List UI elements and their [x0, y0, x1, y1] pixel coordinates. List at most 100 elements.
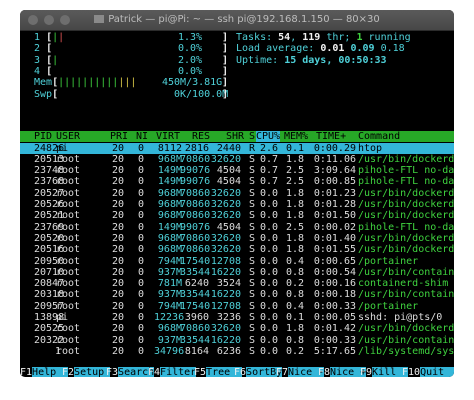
column-header-shr[interactable]: SHR	[226, 131, 244, 142]
process-cell-state: S	[249, 323, 256, 335]
process-row[interactable]: 20950 root 20 0 794M 17540 12708 S 0.0 0.4 0:00.65…	[20, 256, 454, 267]
column-header-time[interactable]: TIME+	[316, 131, 346, 142]
process-cell-virt: 968M	[157, 244, 182, 256]
threads-count: 119	[302, 32, 321, 43]
process-row[interactable]: 24826 pi 20 0 8112 2816 2440 R 2.6 0.1 0:00.29 htop	[20, 142, 454, 154]
fkey-f1[interactable]: F1Help	[20, 367, 69, 377]
process-cell-user: root	[56, 278, 81, 290]
process-cell-res: 17540	[180, 255, 211, 267]
process-cell-pri: 20	[111, 345, 124, 357]
column-header-mem[interactable]: MEM%	[284, 131, 308, 142]
process-cell-cpu: 0.0	[259, 244, 278, 256]
process-cell-command: /usr/bin/containe	[358, 289, 454, 301]
cpu-meter-1: 1 [||	[34, 32, 65, 43]
process-row[interactable]: 20322 root 20 0 937M 33544 16220 S 0.0 0.8 0:00.33…	[20, 335, 454, 346]
process-cell-mem: 0.1	[285, 312, 304, 323]
process-cell-pri: 20	[111, 221, 124, 233]
fkey-f4[interactable]: F4Filter	[148, 367, 197, 377]
process-cell-user: root	[56, 323, 81, 335]
process-row[interactable]: 20525 root 20 0 968M 70860 32620 S 0.0 1.8 0:01.42…	[20, 323, 454, 334]
process-cell-user: root	[56, 334, 81, 346]
process-row[interactable]: 20516 root 20 0 968M 70860 32620 S 0.0 1.8 0:01.55…	[20, 244, 454, 255]
process-cell-state: S	[249, 165, 256, 177]
process-row[interactable]: 20318 root 20 0 937M 33544 16220 S 0.0 0.8 0:00.18…	[20, 289, 454, 300]
process-cell-mem: 0.4	[285, 255, 304, 267]
fkey-f7[interactable]: F7Nice -	[276, 367, 325, 377]
process-cell-state: R	[249, 142, 256, 154]
column-header-virt[interactable]: VIRT	[156, 131, 180, 142]
fkey-f9[interactable]: F9Kill	[360, 367, 409, 377]
column-header-cpu-sorted[interactable]: CPU%	[256, 131, 281, 143]
process-row[interactable]: 23768 root 20 0 149M 99076 4504 S 0.7 2.5 0:00.85 p…	[20, 176, 454, 187]
process-cell-res: 6240	[184, 278, 209, 290]
process-row[interactable]: 1 root 20 0 34796 8164 6236 S 0.0 0.2 5:17.65/lib/…	[20, 346, 454, 357]
fkey-label: Setup	[74, 367, 111, 377]
process-cell-virt: 937M	[157, 266, 182, 278]
process-cell-command: /portainer	[358, 300, 419, 312]
process-cell-cpu: 0.0	[259, 266, 278, 278]
fkey-key: F5	[194, 367, 207, 377]
process-cell-time: 0:00.18	[313, 289, 356, 301]
load-1min: 0.01	[320, 43, 345, 55]
process-cell-time: 0:01.42	[313, 323, 356, 335]
process-cell-time: 0:00.33	[313, 334, 356, 346]
column-header-command[interactable]: Command	[358, 131, 400, 142]
window-titlebar: Patrick — pi@Pi: ~ — ssh pi@192.168.1.15…	[20, 10, 454, 31]
process-row[interactable]: 13898 pi 20 0 12236 3960 3236 S 0.0 0.1 0:00.05 ssh…	[20, 312, 454, 323]
terminal-window: Patrick — pi@Pi: ~ — ssh pi@192.168.1.15…	[20, 10, 454, 377]
process-row[interactable]: 20527 root 20 0 968M 70860 32620 S 0.0 1.8 0:01.23…	[20, 188, 454, 199]
process-cell-command: /usr/bin/dockerd	[358, 199, 454, 210]
process-cell-res: 2816	[184, 142, 209, 154]
process-cell-ni: 0	[137, 165, 144, 177]
cpu-meter-3: 3 [|	[34, 54, 59, 66]
process-cell-cpu: 0.0	[259, 278, 278, 290]
fkey-f6[interactable]: F6SortBy	[234, 367, 283, 377]
process-cell-cpu: 0.0	[259, 187, 278, 199]
process-cell-ni: 0	[137, 199, 144, 210]
process-row[interactable]: 20957 root 20 0 794M 17540 12708 S 0.0 0.4 0:00.33…	[20, 301, 454, 312]
process-cell-user: root	[56, 232, 81, 244]
process-row[interactable]: 20521 root 20 0 968M 70860 32620 S 0.0 1.8 0:01.50…	[20, 210, 454, 221]
process-cell-mem: 0.8	[285, 334, 304, 346]
mem-meter-value: 450M/3.81G	[162, 77, 223, 89]
column-header-pri[interactable]: PRI	[110, 131, 128, 142]
fkey-f10[interactable]: F10Quit	[402, 367, 454, 377]
process-row[interactable]: 20526 root 20 0 968M 70860 32620 S 0.0 1.8 0:01.28…	[20, 199, 454, 210]
process-row[interactable]: 23769 root 20 0 149M 99076 4504 S 0.0 2.5 0:00.02 p…	[20, 222, 454, 233]
fkey-f2[interactable]: F2Setup	[62, 367, 111, 377]
fkey-label: Quit	[420, 367, 454, 377]
tasks-label: Tasks:	[236, 32, 273, 43]
process-row[interactable]: 20710 root 20 0 937M 33544 16220 S 0.0 0.8 0:00.54…	[20, 267, 454, 278]
process-cell-pri: 20	[111, 232, 124, 244]
process-row[interactable]: 23748 root 20 0 149M 99076 4504 S 0.7 2.5 3:09.64 p…	[20, 165, 454, 176]
column-header-ni[interactable]: NI	[136, 131, 148, 142]
fkey-key: F7	[276, 367, 289, 377]
load-5min: 0.09	[350, 43, 375, 55]
column-header-state[interactable]: S	[249, 131, 255, 142]
process-cell-pri: 20	[111, 300, 124, 312]
process-cell-res: 70860	[180, 210, 211, 222]
process-cell-time: 0:01.23	[313, 187, 356, 199]
column-header-res[interactable]: RES	[192, 131, 210, 142]
process-cell-res: 33544	[180, 266, 211, 278]
cpu-meter-percent: 0.0%	[178, 43, 203, 55]
process-cell-shr: 32620	[210, 323, 241, 335]
process-cell-res: 99076	[180, 176, 211, 188]
process-row[interactable]: 20520 root 20 0 968M 70860 32620 S 0.0 1.8 0:01.40…	[20, 233, 454, 244]
process-cell-time: 0:00.05	[313, 312, 356, 323]
fkey-f8[interactable]: F8Nice +	[318, 367, 367, 377]
fkey-f3[interactable]: F3Search	[106, 367, 155, 377]
cpu-meter-number: 2	[34, 43, 41, 55]
column-header-user[interactable]: USER	[56, 131, 80, 142]
process-cell-cpu: 0.0	[259, 312, 278, 323]
htop-screen[interactable]: 1 [|| 1.3% ] 2 [ 0.0% ] 3 [| 2.0% ] 4 [ …	[20, 31, 454, 377]
process-row[interactable]: 20513 root 20 0 968M 70860 32620 S 0.7 1.8 0:11.06…	[20, 154, 454, 165]
process-cell-virt: 968M	[157, 153, 182, 165]
process-cell-shr: 12708	[210, 300, 241, 312]
process-row[interactable]: 20847 root 20 0 781M 6240 3524 S 0.0 0.2 0:00.16 co…	[20, 278, 454, 289]
cpu-meter-close-bracket: ]	[222, 43, 229, 55]
cpu-meter-close-bracket: ]	[222, 54, 229, 66]
process-cell-res: 70860	[180, 153, 211, 165]
column-header-pid[interactable]: PID	[34, 131, 52, 142]
fkey-key: F8	[318, 367, 331, 377]
